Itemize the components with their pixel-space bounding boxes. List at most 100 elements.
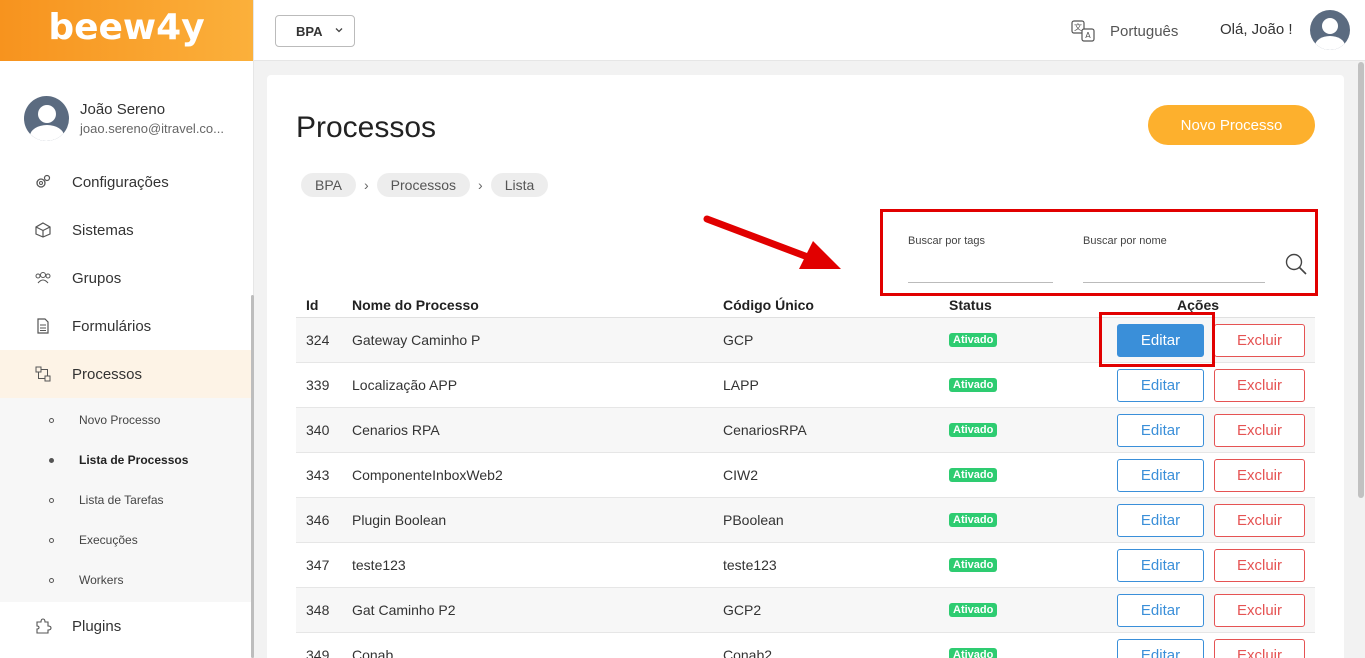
status-badge: Ativado — [949, 333, 998, 347]
users-icon — [34, 269, 52, 287]
status-badge: Ativado — [949, 378, 998, 392]
sidebar-item-label: Sistemas — [72, 221, 134, 239]
document-icon — [34, 317, 52, 335]
gears-icon — [34, 173, 52, 191]
row-id: 339 — [306, 377, 330, 393]
delete-button[interactable]: Excluir — [1214, 549, 1305, 582]
sidebar: beew4y João Sereno joao.sereno@itravel.c… — [0, 0, 254, 658]
submenu-execucoes[interactable]: Execuções — [0, 520, 252, 560]
submenu-lista-tarefas[interactable]: Lista de Tarefas — [0, 480, 252, 520]
name-input[interactable] — [1083, 265, 1265, 283]
workspace-select[interactable]: BPA — [275, 15, 355, 47]
row-id: 340 — [306, 422, 330, 438]
tags-input[interactable] — [908, 265, 1053, 283]
bullet-icon — [49, 497, 54, 503]
sidebar-item-grupos[interactable]: Grupos — [0, 254, 252, 302]
workspace-select-value: BPA — [296, 23, 323, 39]
bullet-icon — [49, 417, 54, 423]
row-id: 343 — [306, 467, 330, 483]
row-name: Gateway Caminho P — [352, 332, 481, 348]
delete-button[interactable]: Excluir — [1214, 459, 1305, 492]
row-name: Gat Caminho P2 — [352, 602, 456, 618]
sidebar-item-formularios[interactable]: Formulários — [0, 302, 252, 350]
user-card: João Sereno joao.sereno@itravel.co... — [24, 96, 224, 141]
row-code: PBoolean — [723, 512, 784, 528]
row-id: 348 — [306, 602, 330, 618]
edit-button[interactable]: Editar — [1117, 369, 1204, 402]
sidebar-item-processos[interactable]: Processos — [0, 350, 252, 398]
user-avatar[interactable] — [1310, 10, 1350, 50]
delete-button[interactable]: Excluir — [1214, 504, 1305, 537]
edit-button[interactable]: Editar — [1117, 504, 1204, 537]
sidebar-item-label: Grupos — [72, 269, 122, 287]
status-badge: Ativado — [949, 603, 998, 617]
status-badge: Ativado — [949, 648, 998, 658]
submenu-workers[interactable]: Workers — [0, 560, 252, 600]
submenu-label: Execuções — [79, 533, 138, 547]
language-switcher[interactable]: 文A Português — [1070, 18, 1178, 44]
delete-button[interactable]: Excluir — [1214, 639, 1305, 658]
tags-filter[interactable]: Buscar por tags — [908, 235, 1053, 283]
new-process-button[interactable]: Novo Processo — [1148, 105, 1315, 145]
delete-button[interactable]: Excluir — [1214, 369, 1305, 402]
edit-button[interactable]: Editar — [1117, 639, 1204, 658]
delete-button[interactable]: Excluir — [1214, 414, 1305, 447]
row-code: GCP — [723, 332, 754, 348]
logo[interactable]: beew4y — [0, 0, 253, 61]
chevron-right-icon: › — [478, 177, 483, 193]
submenu-label: Workers — [79, 573, 124, 587]
delete-button[interactable]: Excluir — [1214, 594, 1305, 627]
avatar — [24, 96, 69, 141]
name-filter[interactable]: Buscar por nome — [1083, 235, 1265, 283]
sidebar-nav: Configurações Sistemas Grupos Formulário… — [0, 158, 252, 650]
table-row: 340 Cenarios RPA CenariosRPA Ativado Editar E… — [296, 408, 1315, 453]
edit-button[interactable]: Editar — [1117, 414, 1204, 447]
sidebar-scrollbar[interactable] — [251, 295, 254, 658]
bullet-icon — [49, 537, 54, 543]
name-filter-label: Buscar por nome — [1083, 235, 1167, 247]
submenu-lista-processos[interactable]: Lista de Processos — [0, 440, 252, 480]
edit-button[interactable]: Editar — [1117, 459, 1204, 492]
sidebar-item-plugins[interactable]: Plugins — [0, 602, 252, 650]
chevron-down-icon — [334, 25, 344, 38]
processos-submenu: Novo Processo Lista de Processos Lista d… — [0, 398, 252, 602]
user-name: João Sereno — [80, 101, 166, 118]
main-scrollbar[interactable] — [1357, 62, 1365, 658]
row-name: teste123 — [352, 557, 406, 573]
breadcrumb: BPA › Processos › Lista — [301, 173, 549, 197]
table-row: 347 teste123 teste123 Ativado Editar Excluir — [296, 543, 1315, 588]
logo-text: beew4y — [48, 7, 205, 48]
row-name: Cenarios RPA — [352, 422, 440, 438]
table-row: 343 ComponenteInboxWeb2 CIW2 Ativado Editar E… — [296, 453, 1315, 498]
user-email: joao.sereno@itravel.co... — [80, 121, 224, 136]
submenu-novo-processo[interactable]: Novo Processo — [0, 400, 252, 440]
breadcrumb-item[interactable]: Processos — [376, 173, 471, 197]
row-id: 349 — [306, 647, 330, 658]
row-code: Conab2 — [723, 647, 773, 658]
table-row: 346 Plugin Boolean PBoolean Ativado Editar Ex… — [296, 498, 1315, 543]
col-name: Nome do Processo — [352, 297, 479, 313]
page-title: Processos — [296, 111, 437, 144]
col-status: Status — [949, 297, 992, 313]
edit-button[interactable]: Editar — [1117, 594, 1204, 627]
svg-text:A: A — [1085, 31, 1091, 40]
table-row: 348 Gat Caminho P2 GCP2 Ativado Editar Exclui… — [296, 588, 1315, 633]
delete-button[interactable]: Excluir — [1214, 324, 1305, 357]
row-name: Plugin Boolean — [352, 512, 447, 528]
highlight-box — [1099, 312, 1215, 367]
sidebar-item-sistemas[interactable]: Sistemas — [0, 206, 252, 254]
col-actions: Ações — [1177, 297, 1220, 313]
submenu-label: Novo Processo — [79, 413, 161, 427]
topbar: BPA 文A Português Olá, João ! — [254, 0, 1365, 61]
sidebar-item-label: Formulários — [72, 317, 152, 335]
bullet-icon — [49, 577, 54, 583]
breadcrumb-item[interactable]: BPA — [301, 173, 356, 197]
row-name: Conab — [352, 647, 394, 658]
status-badge: Ativado — [949, 423, 998, 437]
sidebar-item-configuracoes[interactable]: Configurações — [0, 158, 252, 206]
search-icon[interactable] — [1284, 252, 1308, 276]
status-badge: Ativado — [949, 468, 998, 482]
edit-button[interactable]: Editar — [1117, 549, 1204, 582]
sidebar-item-label: Configurações — [72, 173, 169, 191]
col-id: Id — [306, 297, 319, 313]
